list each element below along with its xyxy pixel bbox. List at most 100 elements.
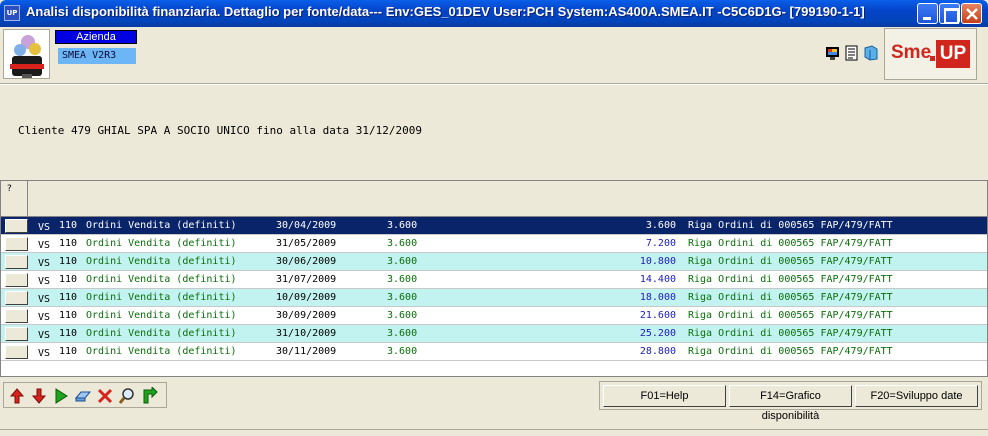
row-description-cell: Ordini Vendita (definiti) — [86, 220, 237, 231]
app-icon: UP — [4, 5, 20, 21]
row-code-cell: 110 — [59, 220, 78, 231]
minimize-button[interactable] — [917, 3, 938, 24]
detail-grid: ? VS 110 Ordini Vendita (definiti) 30/04/20… — [0, 180, 988, 377]
help-button[interactable]: F01=Help — [603, 385, 726, 407]
table-row[interactable]: VS 110 Ordini Vendita (definiti) 31/05/2009… — [1, 235, 987, 253]
table-row[interactable]: VS 110 Ordini Vendita (definiti) 31/07/2009… — [1, 271, 987, 289]
maximize-button[interactable] — [939, 3, 960, 24]
row-code-cell: 110 — [59, 346, 78, 357]
row-amount-cell: 3.600 — [387, 346, 418, 357]
search-icon[interactable] — [118, 387, 136, 405]
status-bar — [0, 429, 988, 436]
row-description-cell: Ordini Vendita (definiti) — [86, 274, 237, 285]
close-button[interactable] — [961, 3, 982, 24]
row-cumulative-cell: 14.400 — [639, 274, 676, 285]
row-selector[interactable] — [5, 309, 28, 323]
user-avatar-icon — [4, 30, 49, 78]
play-icon[interactable] — [52, 387, 70, 405]
row-date-cell: 30/04/2009 — [276, 220, 337, 231]
row-description-cell: Ordini Vendita (definiti) — [86, 292, 237, 303]
smeup-logo-dot — [930, 56, 935, 61]
smeup-logo-sme: Sme — [891, 42, 932, 63]
table-row[interactable]: VS 110 Ordini Vendita (definiti) 31/10/2009… — [1, 325, 987, 343]
row-description-cell: Ordini Vendita (definiti) — [86, 256, 237, 267]
row-selector[interactable] — [5, 237, 28, 251]
row-cumulative-cell: 7.200 — [645, 238, 676, 249]
grid-rows: VS 110 Ordini Vendita (definiti) 30/04/2009… — [1, 217, 987, 361]
row-code-cell: 110 — [59, 256, 78, 267]
document-icon[interactable] — [844, 45, 860, 61]
row-selector[interactable] — [5, 291, 28, 305]
bottom-toolbar: F01=Help F14=Grafico disponibilità F20=S… — [0, 378, 988, 436]
row-cumulative-cell: 3.600 — [645, 220, 676, 231]
row-amount-cell: 3.600 — [387, 238, 418, 249]
row-selector[interactable] — [5, 273, 28, 287]
row-code-cell: 110 — [59, 238, 78, 249]
row-code-cell: 110 — [59, 310, 78, 321]
delete-icon[interactable] — [96, 387, 114, 405]
row-date-cell: 31/07/2009 — [276, 274, 337, 285]
cliente-description: Cliente 479 GHIAL SPA A SOCIO UNICO fino… — [18, 124, 422, 137]
row-amount-cell: 3.600 — [387, 328, 418, 339]
refresh-icon[interactable] — [140, 387, 158, 405]
row-amount-cell: 3.600 — [387, 256, 418, 267]
row-type-cell: VS — [38, 222, 51, 233]
azienda-value[interactable]: SMEA V2R3 — [58, 48, 136, 64]
grid-corner[interactable]: ? — [1, 181, 28, 216]
header-toolbar — [823, 45, 883, 65]
arrow-up-icon[interactable] — [8, 387, 26, 405]
row-selector[interactable] — [5, 219, 28, 233]
row-reference-cell: Riga Ordini di 000565 FAP/479/FATT — [688, 238, 893, 249]
row-description-cell: Ordini Vendita (definiti) — [86, 346, 237, 357]
arrow-down-icon[interactable] — [30, 387, 48, 405]
monitor-icon[interactable] — [825, 45, 841, 61]
table-row[interactable]: VS 110 Ordini Vendita (definiti) 30/09/2009… — [1, 307, 987, 325]
row-date-cell: 31/10/2009 — [276, 328, 337, 339]
smeup-logo: Sme UP — [891, 40, 971, 68]
row-type-cell: VS — [38, 294, 51, 305]
smeup-logo-box[interactable]: Sme UP — [884, 28, 977, 80]
eraser-icon[interactable] — [74, 387, 92, 405]
row-cumulative-cell: 28.800 — [639, 346, 676, 357]
header-divider — [0, 83, 988, 85]
row-type-cell: VS — [38, 258, 51, 269]
table-row[interactable]: VS 110 Ordini Vendita (definiti) 10/09/2009… — [1, 289, 987, 307]
row-type-cell: VS — [38, 312, 51, 323]
row-date-cell: 31/05/2009 — [276, 238, 337, 249]
row-selector[interactable] — [5, 345, 28, 359]
row-selector[interactable] — [5, 327, 28, 341]
row-reference-cell: Riga Ordini di 000565 FAP/479/FATT — [688, 274, 893, 285]
row-reference-cell: Riga Ordini di 000565 FAP/479/FATT — [688, 310, 893, 321]
table-row[interactable]: VS 110 Ordini Vendita (definiti) 30/06/2009… — [1, 253, 987, 271]
row-cumulative-cell: 10.800 — [639, 256, 676, 267]
row-reference-cell: Riga Ordini di 000565 FAP/479/FATT — [688, 220, 893, 231]
row-type-cell: VS — [38, 330, 51, 341]
close-icon — [966, 8, 978, 20]
row-description-cell: Ordini Vendita (definiti) — [86, 238, 237, 249]
table-row[interactable]: VS 110 Ordini Vendita (definiti) 30/04/2009… — [1, 217, 987, 235]
row-amount-cell: 3.600 — [387, 310, 418, 321]
row-selector[interactable] — [5, 255, 28, 269]
row-cumulative-cell: 18.000 — [639, 292, 676, 303]
table-row[interactable]: VS 110 Ordini Vendita (definiti) 30/11/2009… — [1, 343, 987, 361]
header-panel: Azienda SMEA V2R3 Sme UP — [0, 27, 988, 82]
title-bar: UP Analisi disponibilità finanziaria. De… — [0, 0, 988, 27]
window-title: Analisi disponibilità finanziaria. Detta… — [26, 4, 865, 19]
row-cumulative-cell: 21.600 — [639, 310, 676, 321]
book-icon[interactable] — [863, 45, 879, 61]
row-type-cell: VS — [38, 276, 51, 287]
row-date-cell: 10/09/2009 — [276, 292, 337, 303]
user-logo[interactable] — [3, 29, 50, 79]
row-description-cell: Ordini Vendita (definiti) — [86, 310, 237, 321]
row-code-cell: 110 — [59, 328, 78, 339]
grid-help-marker: ? — [7, 184, 12, 194]
row-reference-cell: Riga Ordini di 000565 FAP/479/FATT — [688, 328, 893, 339]
row-cumulative-cell: 25.200 — [639, 328, 676, 339]
grafico-disponibilita-button[interactable]: F14=Grafico disponibilità — [729, 385, 852, 422]
row-date-cell: 30/11/2009 — [276, 346, 337, 357]
row-date-cell: 30/09/2009 — [276, 310, 337, 321]
row-type-cell: VS — [38, 348, 51, 359]
sviluppo-date-button[interactable]: F20=Sviluppo date — [855, 385, 978, 407]
row-reference-cell: Riga Ordini di 000565 FAP/479/FATT — [688, 256, 893, 267]
grid-header: ? — [1, 181, 987, 217]
